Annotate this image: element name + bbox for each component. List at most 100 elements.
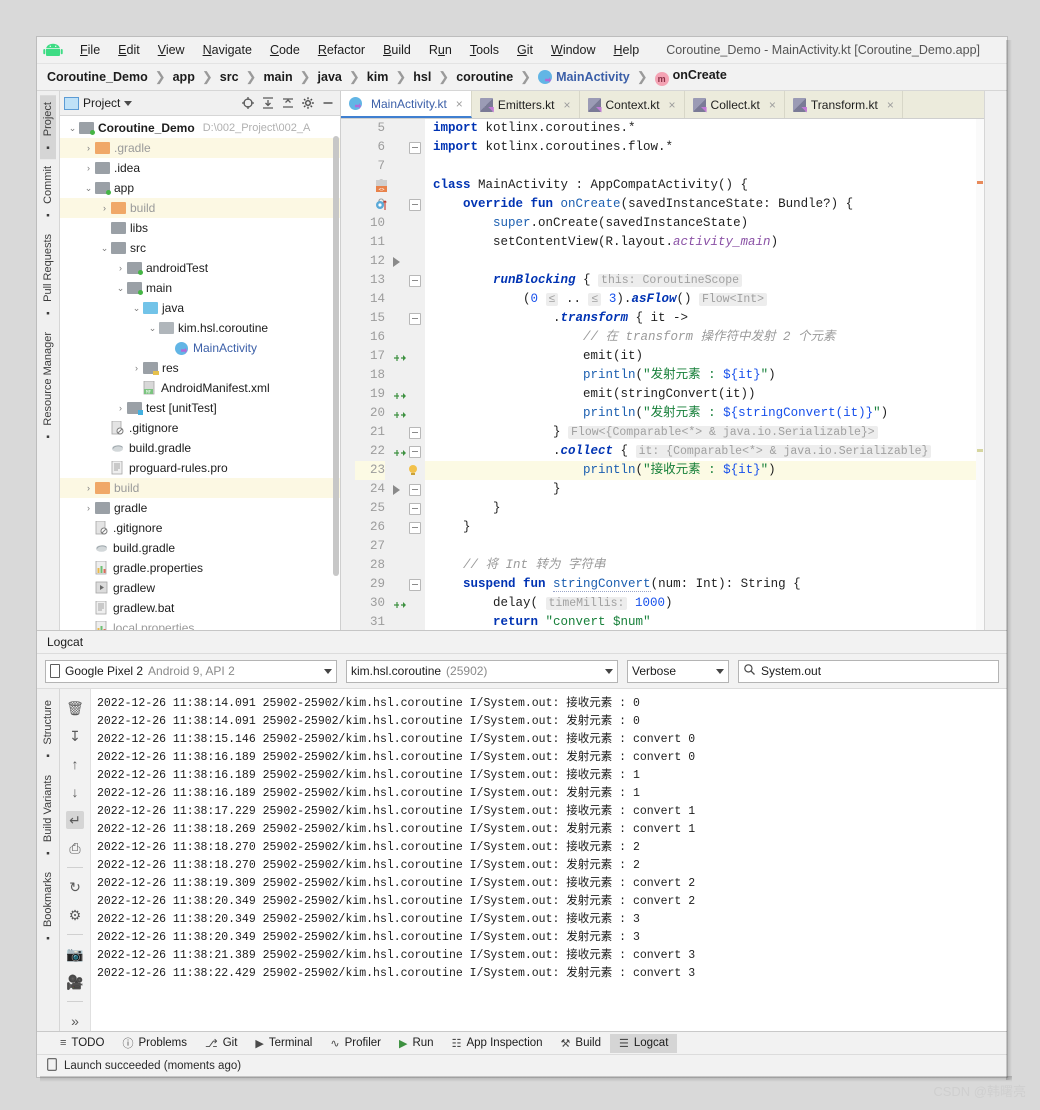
chevron-down-icon[interactable]: ⌄	[146, 323, 159, 334]
minimize-icon[interactable]	[320, 95, 336, 111]
close-icon[interactable]: ×	[563, 98, 570, 112]
tree-item[interactable]: › build	[60, 478, 340, 498]
tree-item[interactable]: › test [unitTest]	[60, 398, 340, 418]
menu-file[interactable]: File	[71, 41, 109, 59]
bottom-tab-profiler[interactable]: ∿ Profiler	[321, 1034, 390, 1053]
screenshot-icon[interactable]: 📷	[66, 945, 84, 963]
log-level-selector[interactable]: Verbose	[627, 659, 729, 683]
breadcrumb-item-app[interactable]: app	[173, 70, 195, 84]
code-fold-toggle[interactable]	[409, 446, 421, 458]
code-fold-toggle[interactable]	[409, 275, 421, 287]
editor-scrollbar[interactable]	[976, 119, 984, 630]
breadcrumb-item-src[interactable]: src	[220, 70, 239, 84]
tree-item[interactable]: › .idea	[60, 158, 340, 178]
breadcrumb-item-java[interactable]: java	[318, 70, 342, 84]
breadcrumb-item-kim[interactable]: kim	[367, 70, 389, 84]
editor-tab-collect-kt[interactable]: Collect.kt ×	[685, 91, 785, 118]
tool-tab-structure[interactable]: ▪ Structure	[40, 693, 56, 768]
bottom-tab-logcat[interactable]: ☰ Logcat	[610, 1033, 678, 1053]
breadcrumb-item-main[interactable]: main	[263, 70, 292, 84]
chevron-down-icon[interactable]: ⌄	[114, 283, 127, 294]
tree-item[interactable]: ⌄ Coroutine_Demo D:\002_Project\002_A	[60, 118, 340, 138]
code-fold-toggle[interactable]	[409, 142, 421, 154]
chevron-right-icon[interactable]: ›	[82, 163, 95, 173]
chevron-down-icon[interactable]: ⌄	[98, 243, 111, 254]
chevron-right-icon[interactable]: ›	[98, 203, 111, 213]
soft-wrap-icon[interactable]: ↵	[66, 811, 84, 829]
print-icon[interactable]: ⎙	[66, 839, 84, 857]
tree-item[interactable]: build.gradle	[60, 538, 340, 558]
tree-item[interactable]: ⌄ kim.hsl.coroutine	[60, 318, 340, 338]
tree-item[interactable]: › .gradle	[60, 138, 340, 158]
tree-item[interactable]: .gitignore	[60, 518, 340, 538]
editor-tab-emitters-kt[interactable]: Emitters.kt ×	[472, 91, 580, 118]
code-fold-toggle[interactable]	[409, 313, 421, 325]
tree-item[interactable]: › androidTest	[60, 258, 340, 278]
editor-code[interactable]: import kotlinx.coroutines.* import kotlin…	[425, 119, 984, 630]
logcat-output[interactable]: 2022-12-26 11:38:14.091 25902-25902/kim.…	[91, 689, 1007, 1031]
editor-tab-context-kt[interactable]: Context.kt ×	[580, 91, 685, 118]
tree-item[interactable]: › build	[60, 198, 340, 218]
chevron-right-icon[interactable]: ›	[114, 403, 127, 413]
tree-item[interactable]: › gradle	[60, 498, 340, 518]
breadcrumb-item-hsl[interactable]: hsl	[413, 70, 431, 84]
code-fold-toggle[interactable]	[409, 579, 421, 591]
menu-git[interactable]: Git	[508, 41, 542, 59]
menu-build[interactable]: Build	[374, 41, 420, 59]
run-gutter-icon[interactable]	[393, 485, 400, 495]
chevron-down-icon[interactable]	[124, 100, 133, 106]
tree-item[interactable]: ⌄ java	[60, 298, 340, 318]
bottom-tab-problems[interactable]: ⓘ Problems	[113, 1032, 196, 1054]
run-gutter-icon[interactable]	[393, 257, 400, 267]
menu-view[interactable]: View	[149, 41, 194, 59]
menu-run[interactable]: Run	[420, 41, 461, 59]
record-video-icon[interactable]: 🎥	[66, 973, 84, 991]
menu-code[interactable]: Code	[261, 41, 309, 59]
tree-item[interactable]: .gitignore	[60, 418, 340, 438]
bottom-tab-app-inspection[interactable]: ☷ App Inspection	[443, 1034, 552, 1053]
gear-icon[interactable]: ⚙	[66, 906, 84, 924]
close-icon[interactable]: ×	[887, 98, 894, 112]
expand-all-icon[interactable]	[280, 95, 296, 111]
class-gutter-icon[interactable]: <>	[375, 179, 389, 193]
tree-item[interactable]: gradlew.bat	[60, 598, 340, 618]
code-fold-toggle[interactable]	[409, 427, 421, 439]
logcat-search-box[interactable]: System.out	[738, 659, 999, 683]
breadcrumb-item-mainactivity[interactable]: MainActivity	[538, 70, 630, 84]
device-selector[interactable]: Google Pixel 2 Android 9, API 2	[45, 659, 337, 683]
tree-item[interactable]: ⌄ main	[60, 278, 340, 298]
tree-item[interactable]: › res	[60, 358, 340, 378]
restart-icon[interactable]: ↻	[66, 878, 84, 896]
trash-icon[interactable]: 🗑	[66, 699, 84, 717]
close-icon[interactable]: ×	[769, 98, 776, 112]
menu-navigate[interactable]: Navigate	[194, 41, 261, 59]
process-selector[interactable]: kim.hsl.coroutine (25902)	[346, 659, 618, 683]
scroll-to-end-icon[interactable]: ↧	[66, 727, 84, 745]
bottom-tab-build[interactable]: ⚒ Build	[552, 1034, 610, 1053]
up-arrow-icon[interactable]: ↑	[66, 755, 84, 773]
tool-tab-project[interactable]: ▪ Project	[40, 95, 56, 160]
collapse-all-icon[interactable]	[260, 95, 276, 111]
chevron-right-icon[interactable]: ›	[82, 143, 95, 153]
code-fold-toggle[interactable]	[409, 503, 421, 515]
bottom-tab-terminal[interactable]: ▶ Terminal	[246, 1034, 321, 1053]
breadcrumb-item-oncreate[interactable]: m onCreate	[654, 68, 727, 86]
target-icon[interactable]	[240, 95, 256, 111]
chevron-right-icon[interactable]: ›	[82, 483, 95, 493]
tree-item[interactable]: libs	[60, 218, 340, 238]
close-icon[interactable]: ×	[669, 98, 676, 112]
tree-item[interactable]: MF AndroidManifest.xml	[60, 378, 340, 398]
tree-item[interactable]: ⌄ app	[60, 178, 340, 198]
project-tree-scrollbar[interactable]	[333, 136, 339, 576]
chevron-down-icon[interactable]: ⌄	[130, 303, 143, 314]
tree-item[interactable]: MainActivity	[60, 338, 340, 358]
more-icon[interactable]: »	[66, 1012, 84, 1030]
chevron-right-icon[interactable]: ›	[82, 503, 95, 513]
tree-item[interactable]: gradlew	[60, 578, 340, 598]
bottom-tab-run[interactable]: ▶ Run	[390, 1034, 443, 1053]
override-gutter-icon[interactable]	[375, 198, 389, 212]
tree-item[interactable]: ⌄ src	[60, 238, 340, 258]
project-tree[interactable]: ⌄ Coroutine_Demo D:\002_Project\002_A › .gra…	[60, 116, 340, 630]
tree-item[interactable]: proguard-rules.pro	[60, 458, 340, 478]
bottom-tab-todo[interactable]: ≡ TODO	[51, 1034, 113, 1052]
